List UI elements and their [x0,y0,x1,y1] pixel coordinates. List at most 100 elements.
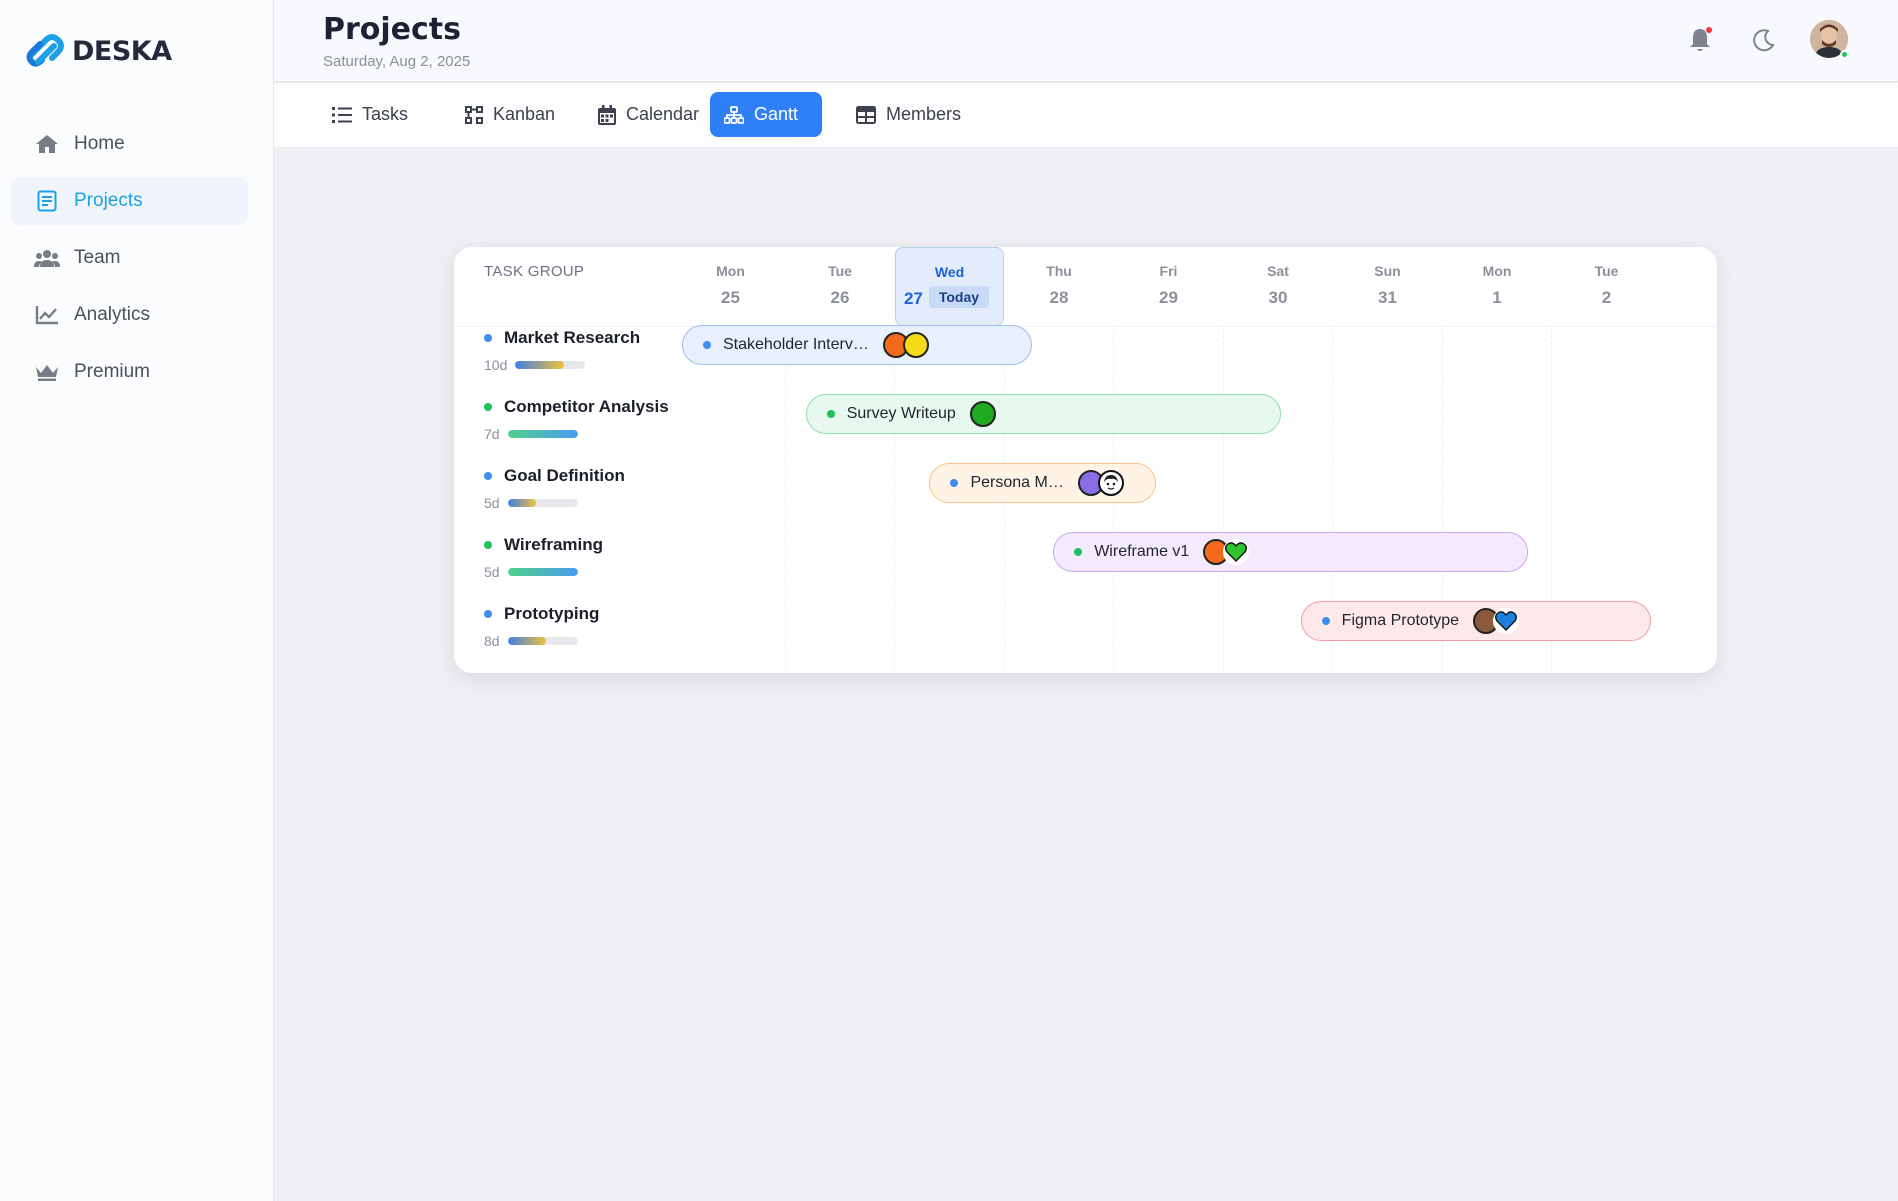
duration-label: 7d [484,426,500,442]
tab-tasks[interactable]: Tasks [318,92,422,137]
task-assignees [882,332,929,358]
sidebar-item-label: Team [74,247,121,268]
day-name: Sat [1267,263,1289,279]
progress-fill [515,361,565,369]
status-dot [484,610,492,618]
logo[interactable]: DESKA [24,30,172,72]
day-gridline [894,326,896,673]
notification-dot [1706,27,1712,33]
sidebar-item-projects[interactable]: Projects [10,177,248,225]
task-group-row[interactable]: Market Research 10d [484,328,640,373]
task-assignees [969,401,996,427]
task-group-label: Goal Definition [504,466,625,485]
day-column: Fri 29 [1114,247,1223,326]
task-bar[interactable]: Stakeholder Interv… [682,325,1033,365]
task-group-name: Wireframing [484,535,603,555]
gantt-chart: TASK GROUP Mon 25 Tue 26 Wed 27 Today Thu 28 Fri 2… [454,247,1717,673]
users-icon [34,245,60,271]
day-date: 25 [721,288,740,307]
tab-label: Kanban [493,104,556,124]
task-group-row[interactable]: Goal Definition 5d [484,466,625,511]
top-header: Projects Saturday, Aug 2, 2025 [274,0,1898,82]
duration-label: 8d [484,633,500,649]
task-group-meta: 7d [484,426,669,442]
task-label: Figma Prototype [1341,612,1460,629]
day-column: Sat 30 [1224,247,1333,326]
progress-bar [507,499,578,507]
tab-kanban[interactable]: Kanban [451,92,569,137]
day-name: Thu [1046,263,1072,279]
online-status-dot [1840,50,1849,59]
day-date: 28 [1049,288,1069,307]
day-date: 29 [1159,288,1178,307]
day-name: Mon [716,263,745,279]
sidebar-item-analytics[interactable]: Analytics [10,291,248,339]
tab-gantt[interactable]: Gantt [710,92,822,137]
task-assignees [1473,608,1520,634]
gantt-header-divider [454,326,1717,327]
day-date: 1 [1492,288,1502,307]
home-icon [34,131,60,157]
task-assignees [1203,539,1250,565]
task-bar[interactable]: Wireframe v1 [1053,532,1529,572]
day-name: Tue [1594,263,1619,279]
avatar-face-icon[interactable] [1097,470,1124,496]
task-label: Wireframe v1 [1094,543,1190,560]
status-dot [484,472,492,480]
sidebar-item-label: Home [74,133,125,154]
task-assignees [1077,470,1124,496]
task-label: Stakeholder Interv… [723,336,869,353]
day-name: Mon [1482,263,1512,279]
avatar-green-icon[interactable] [969,401,996,427]
moon-icon [1753,29,1775,52]
progress-fill [507,568,578,576]
task-group-label: Market Research [504,328,641,347]
day-column: Mon 1 [1443,247,1552,326]
view-tabs: Tasks Kanban Calendar Gantt Members [274,83,1898,147]
task-bar[interactable]: Survey Writeup [805,394,1281,434]
task-group-row[interactable]: Wireframing 5d [484,535,603,580]
task-group-meta: 8d [484,633,599,649]
tab-label: Members [886,104,962,124]
task-status-dot [1321,617,1330,625]
progress-fill [507,430,578,438]
day-date: 30 [1268,288,1288,307]
chart-line-icon [34,302,60,328]
crown-icon [34,359,60,385]
day-date: 26 [830,288,850,307]
task-status-dot [950,479,959,487]
day-date: 31 [1378,288,1397,307]
task-group-label: Competitor Analysis [504,397,669,416]
task-group-row[interactable]: Prototyping 8d [484,604,599,649]
heart-green-icon[interactable] [1223,539,1250,565]
task-status-dot [1074,548,1083,556]
notifications-button[interactable] [1682,22,1718,58]
tab-label: Calendar [626,104,700,124]
avatar-yellow-icon[interactable] [902,332,929,358]
task-status-dot [703,341,711,349]
task-group-name: Prototyping [484,604,599,624]
heart-blue-icon[interactable] [1493,608,1520,634]
sidebar-item-team[interactable]: Team [10,234,248,282]
calendar-icon [598,104,616,125]
task-group-label: Prototyping [504,604,600,623]
status-dot [484,403,492,411]
table-icon [856,105,876,124]
task-group-name: Goal Definition [484,466,625,486]
task-label: Persona M… [970,474,1064,491]
day-column-today: Wed 27 Today [895,247,1004,326]
kanban-icon [465,105,483,124]
tab-calendar[interactable]: Calendar [584,92,713,137]
theme-toggle-button[interactable] [1746,22,1782,58]
status-dot [484,541,492,549]
sidebar-item-home[interactable]: Home [10,120,248,168]
task-group-row[interactable]: Competitor Analysis 7d [484,397,669,442]
day-date: 2 [1601,288,1612,307]
task-bar[interactable]: Figma Prototype [1300,601,1652,641]
today-badge: Today [928,286,990,308]
sidebar-item-premium[interactable]: Premium [10,348,248,396]
tab-members[interactable]: Members [842,92,975,137]
task-bar[interactable]: Persona M… [929,463,1157,503]
day-gridline [1222,326,1224,673]
task-group-label: Wireframing [504,535,604,554]
